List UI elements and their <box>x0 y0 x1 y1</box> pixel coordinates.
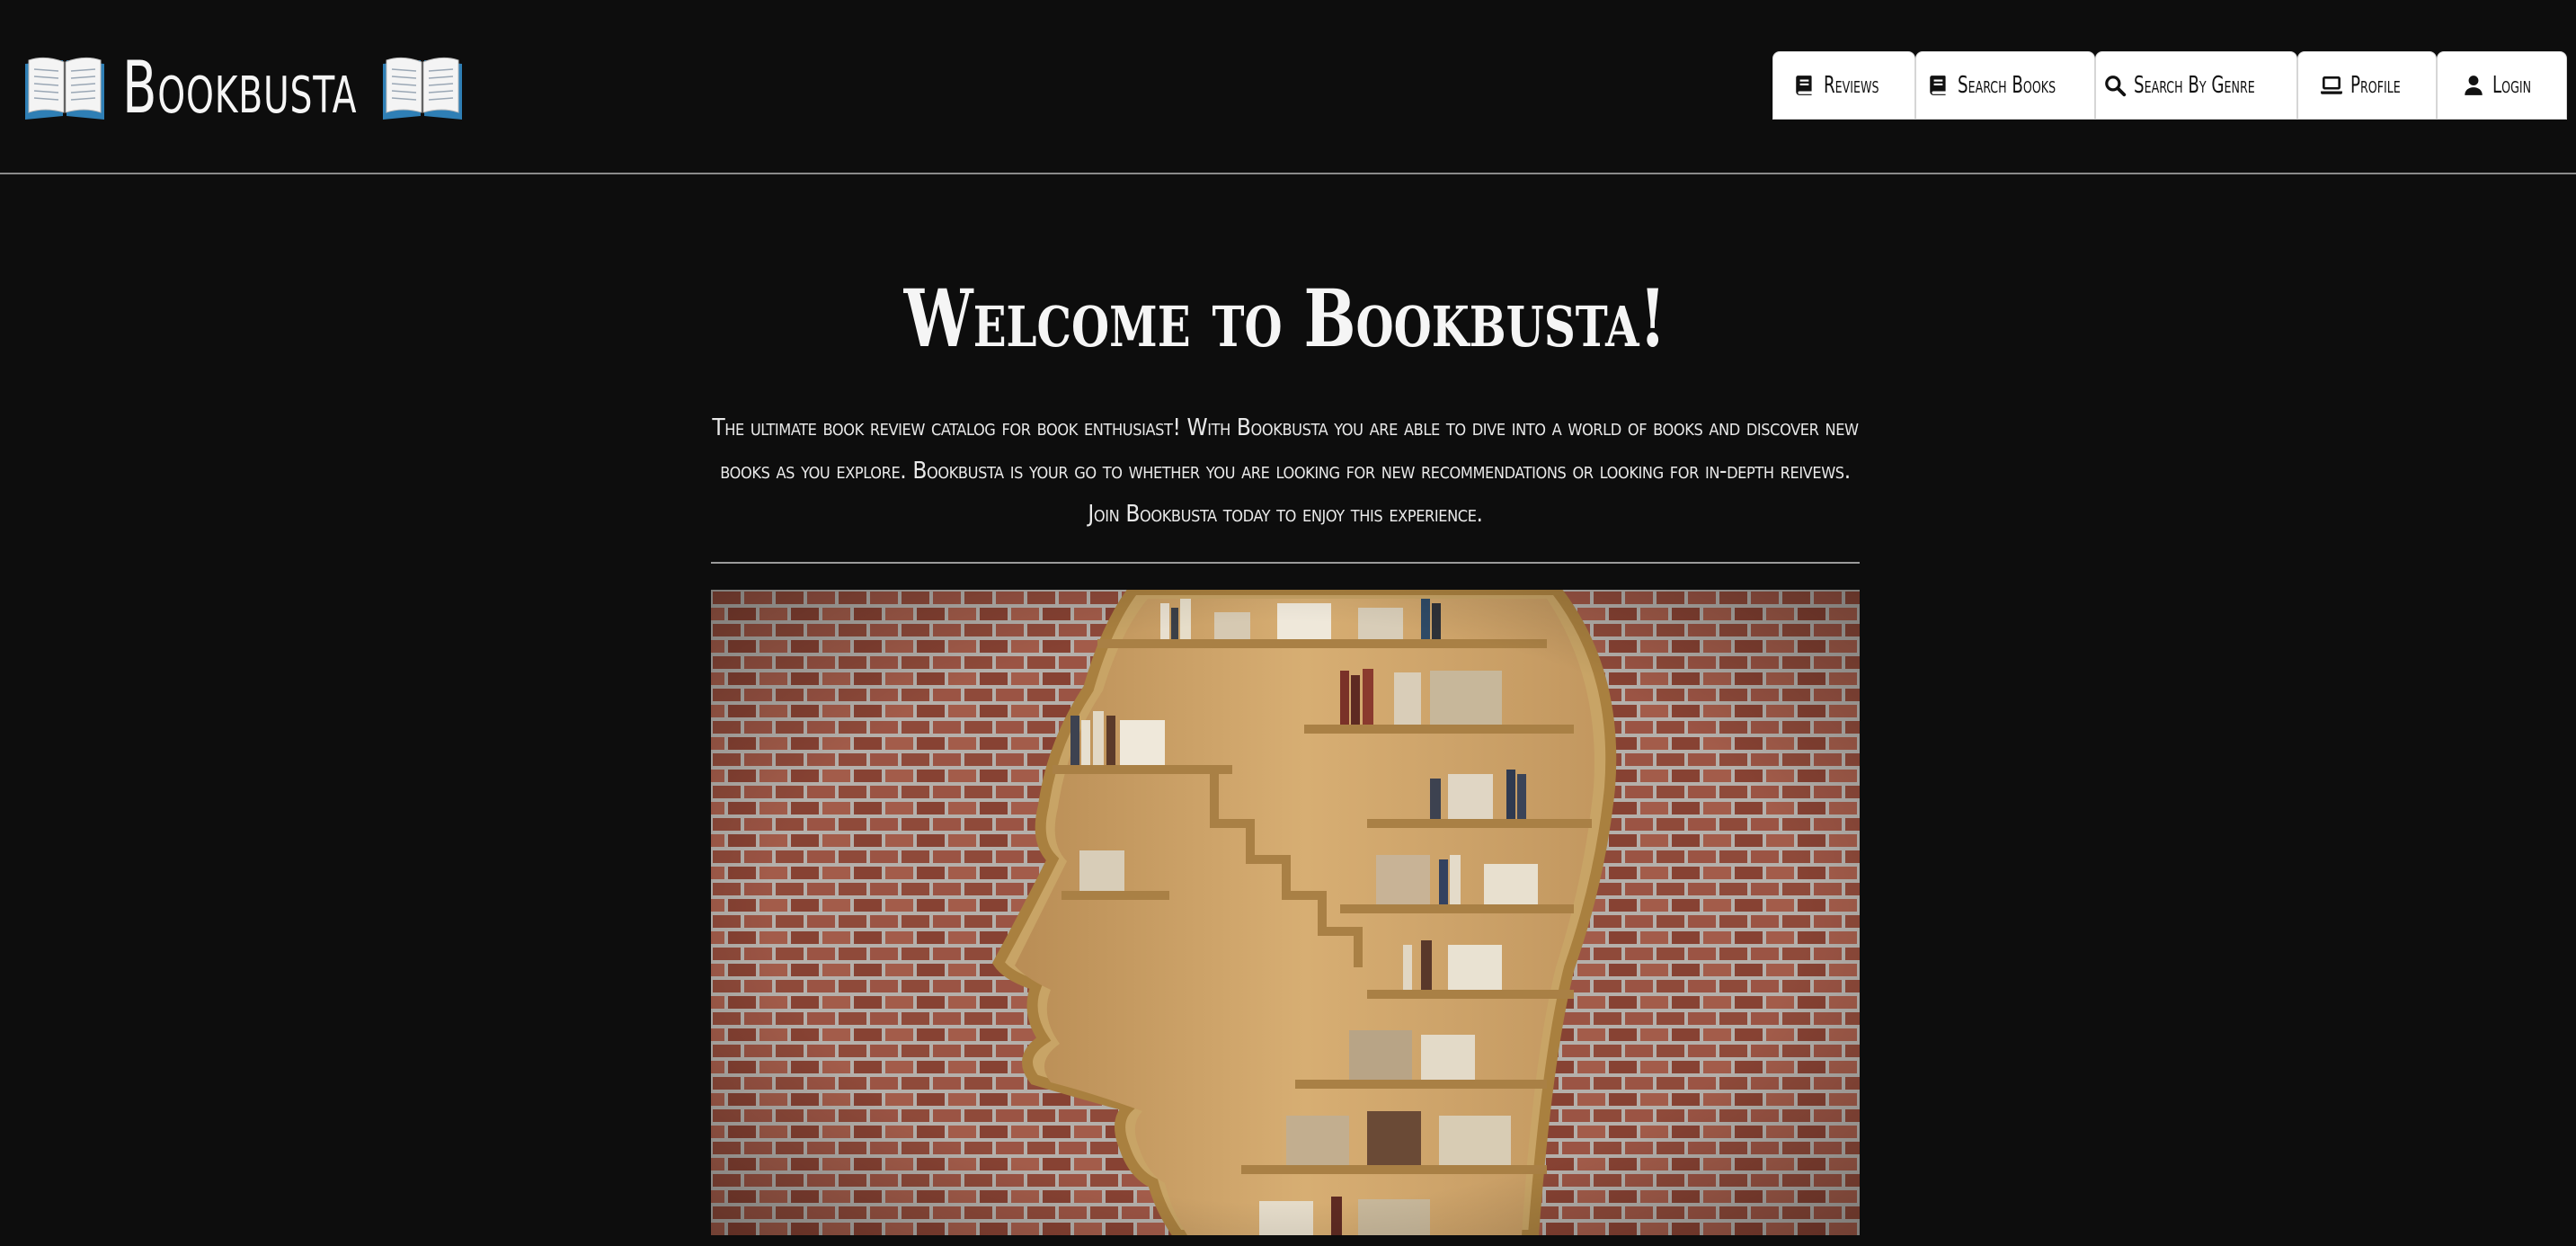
nav-label: Search Books <box>1958 72 2056 99</box>
nav-reviews-link[interactable]: Reviews <box>1772 51 1915 120</box>
book-icon <box>1930 76 1946 95</box>
bookshelf-head-image <box>711 590 1860 1235</box>
open-book-icon <box>383 57 462 120</box>
nav-label: Search By Genre <box>2134 72 2255 99</box>
brand-title: Bookbusta <box>122 45 358 129</box>
nav-label: Reviews <box>1824 72 1879 99</box>
nav-label: Login <box>2492 72 2531 99</box>
nav-profile-link[interactable]: Profile <box>2297 51 2437 120</box>
user-icon <box>2465 76 2483 95</box>
site-header: Bookbusta Reviews Search Books Search By… <box>0 0 2576 174</box>
nav-login-link[interactable]: Login <box>2437 51 2567 120</box>
divider <box>711 562 1860 564</box>
magnifier-icon <box>2105 76 2127 97</box>
laptop-icon <box>2320 76 2342 94</box>
brand[interactable]: Bookbusta <box>23 38 464 137</box>
intro-paragraph: The ultimate book review catalog for boo… <box>711 406 1860 536</box>
nav-label: Profile <box>2349 72 2401 99</box>
intro-text: The ultimate book review catalog for boo… <box>712 414 1859 528</box>
page-title: Welcome to Bookbusta! <box>711 271 1860 367</box>
main-nav: Reviews Search Books Search By Genre Pro… <box>1772 51 2567 120</box>
book-icon <box>1796 76 1812 95</box>
nav-search-by-genre-link[interactable]: Search By Genre <box>2095 51 2297 120</box>
nav-search-books-link[interactable]: Search Books <box>1915 51 2095 120</box>
main-content: Welcome to Bookbusta! The ultimate book … <box>711 174 1860 1246</box>
open-book-icon <box>25 57 104 120</box>
hero-image <box>711 590 1860 1235</box>
page-title-text: Welcome to Bookbusta! <box>903 271 1667 365</box>
